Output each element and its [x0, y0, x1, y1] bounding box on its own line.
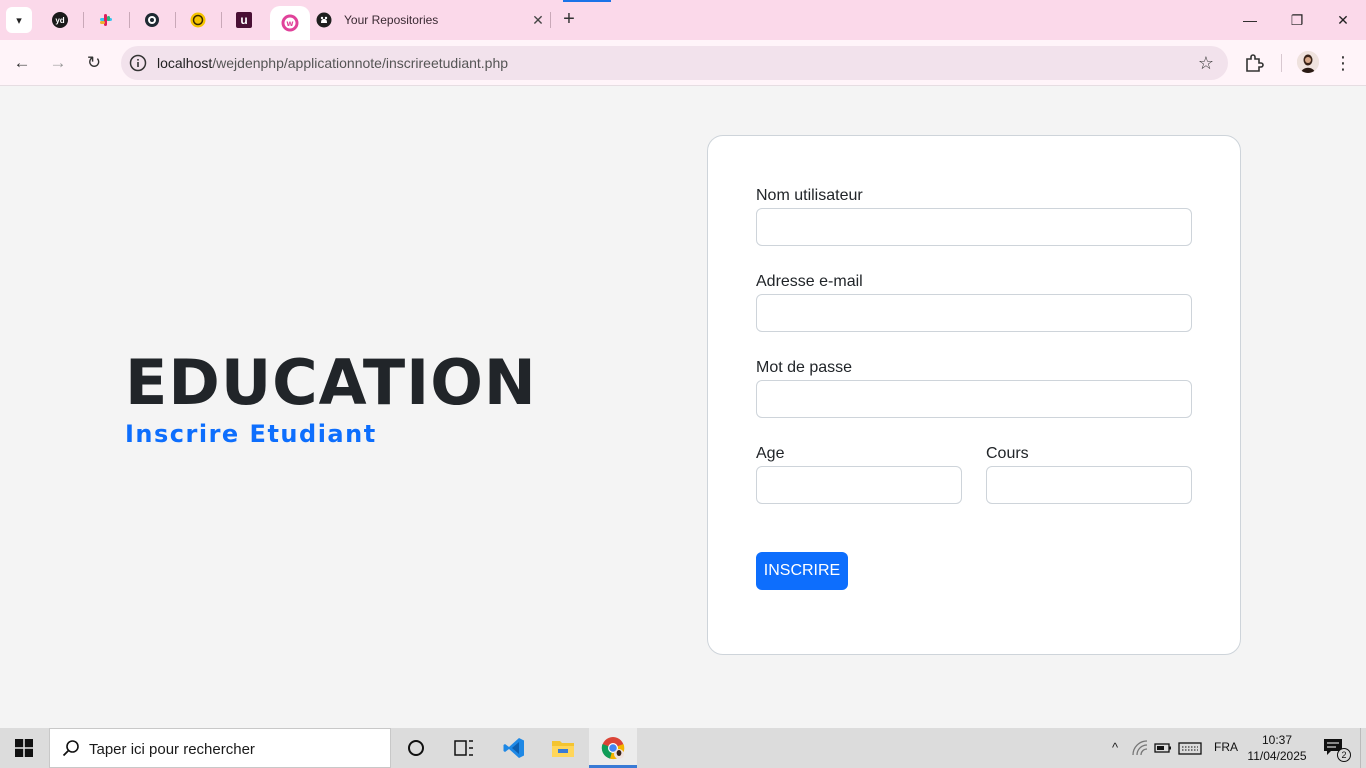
tab-search-button[interactable]: ▾ [6, 7, 32, 33]
start-button[interactable] [0, 728, 48, 768]
close-window-button[interactable]: ✕ [1333, 10, 1353, 30]
search-icon [62, 740, 79, 757]
yd-icon: yd [52, 12, 68, 28]
pinned-tab-udemy[interactable]: u [230, 6, 258, 34]
tab-separator [221, 12, 222, 28]
profile-photo-icon [1297, 51, 1319, 73]
task-view-button[interactable] [450, 734, 478, 762]
url-path: /wejdenphp/applicationnote/inscrireetudi… [212, 55, 509, 71]
age-label: Age [756, 445, 785, 462]
forward-button[interactable]: → [46, 51, 70, 75]
email-label: Adresse e-mail [756, 273, 863, 290]
address-bar[interactable]: localhost/wejdenphp/applicationnote/insc… [121, 46, 1228, 80]
windows-taskbar: Taper ici pour rechercher ^ FRA 10:37 11… [0, 728, 1366, 768]
pinned-tab-circle[interactable] [138, 6, 166, 34]
username-input[interactable] [756, 208, 1192, 246]
taskbar-clock[interactable]: 10:37 11/04/2025 [1246, 732, 1308, 764]
battery-icon[interactable] [1154, 739, 1172, 757]
page-subtitle: Inscrire Etudiant [125, 420, 377, 448]
chevron-down-icon: ▾ [16, 14, 22, 27]
clock-time: 10:37 [1261, 733, 1293, 747]
toolbar-separator [1281, 54, 1282, 72]
windows-logo-icon [15, 739, 33, 757]
search-placeholder: Taper ici pour rechercher [89, 741, 255, 758]
url-host: localhost [157, 55, 213, 71]
browser-menu-button[interactable]: ⋮ [1333, 51, 1353, 75]
tray-chevron-icon[interactable]: ^ [1106, 739, 1124, 757]
inscrire-button[interactable]: INSCRIRE [756, 552, 848, 590]
age-input[interactable] [756, 466, 962, 504]
wifi-icon[interactable] [1131, 739, 1149, 757]
notification-count-badge: 2 [1337, 748, 1351, 762]
registration-form-card: Nom utilisateur Adresse e-mail Mot de pa… [707, 135, 1241, 655]
cortana-circle-icon [408, 740, 424, 756]
cortana-button[interactable] [402, 734, 430, 762]
tab-separator [550, 12, 551, 28]
vscode-icon [503, 738, 524, 758]
username-label: Nom utilisateur [756, 187, 863, 204]
extensions-puzzle-icon[interactable] [1243, 52, 1265, 74]
page-title: EDUCATION [125, 346, 537, 419]
url-text[interactable]: localhost/wejdenphp/applicationnote/insc… [157, 55, 508, 71]
pinned-tab-slack[interactable] [92, 6, 120, 34]
clock-date: 11/04/2025 [1247, 749, 1307, 763]
github-icon [316, 12, 332, 28]
reload-button[interactable]: ↻ [82, 51, 106, 75]
restore-button[interactable]: ❐ [1287, 10, 1307, 30]
show-desktop-button[interactable] [1360, 728, 1366, 768]
action-center-button[interactable]: 2 [1323, 738, 1351, 762]
password-label: Mot de passe [756, 359, 853, 376]
pinned-tab-yellow[interactable] [184, 6, 212, 34]
slack-icon [100, 14, 112, 26]
tab-drag-indicator [563, 0, 611, 2]
site-info-icon[interactable] [129, 54, 147, 72]
folder-icon [552, 741, 574, 757]
task-view-icon [454, 740, 473, 756]
close-tab-icon[interactable]: ✕ [528, 12, 548, 29]
bookmark-star-icon[interactable]: ☆ [1198, 53, 1214, 74]
browser-toolbar: ← → ↻ localhost/wejdenphp/applicationnot… [0, 40, 1366, 86]
file-explorer-taskbar-button[interactable] [549, 734, 577, 762]
password-input[interactable] [756, 380, 1192, 418]
chrome-taskbar-button[interactable] [589, 728, 637, 768]
tab-separator [175, 12, 176, 28]
course-label: Cours [986, 445, 1029, 462]
back-button[interactable]: ← [10, 51, 34, 75]
yellow-app-icon [190, 12, 206, 28]
minimize-button[interactable]: — [1240, 10, 1260, 30]
pinned-tab-yd[interactable]: yd [46, 6, 74, 34]
chrome-icon [601, 737, 625, 760]
keyboard-icon[interactable] [1178, 739, 1202, 757]
email-input[interactable] [756, 294, 1192, 332]
udemy-icon: u [236, 12, 252, 28]
tab-strip: ▾ yd u w Your Repositories ✕ + — ❐ ✕ [0, 0, 1366, 40]
taskbar-search-box[interactable]: Taper ici pour rechercher [49, 728, 391, 768]
tab-title: Your Repositories [344, 13, 439, 27]
new-tab-button[interactable]: + [557, 8, 581, 32]
active-tab-wamp[interactable]: w [270, 6, 310, 40]
tab-github[interactable]: Your Repositories ✕ [316, 6, 548, 34]
course-input[interactable] [986, 466, 1192, 504]
input-language[interactable]: FRA [1214, 740, 1238, 754]
profile-avatar[interactable] [1297, 51, 1319, 73]
tab-separator [129, 12, 130, 28]
circle-app-icon [145, 13, 159, 27]
wamp-icon: w [281, 14, 299, 32]
tab-separator [83, 12, 84, 28]
svg-text:w: w [286, 19, 294, 28]
vscode-taskbar-button[interactable] [500, 734, 528, 762]
